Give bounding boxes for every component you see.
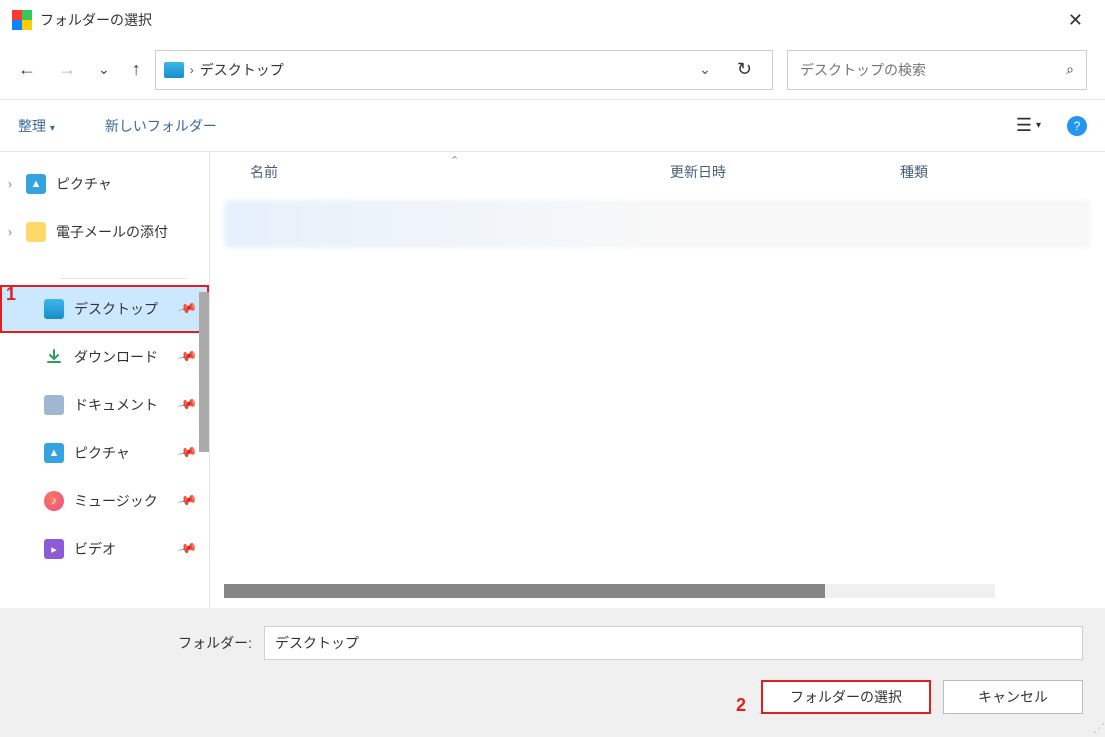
column-date[interactable]: 更新日時 (670, 162, 900, 182)
bottom-panel: フォルダー: フォルダーの選択 キャンセル (0, 608, 1105, 730)
pictures-icon: ▲ (44, 443, 64, 463)
toolbar: 整理 ▾ 新しいフォルダー ☰ ▾ ? (0, 100, 1105, 152)
sidebar-scrollbar[interactable] (199, 292, 209, 452)
tree-item-music[interactable]: ♪ ミュージック 📌 (0, 477, 209, 525)
main-area: › ▲ ピクチャ › 電子メールの添付 デスクトップ 📌 ダウンロード 📌 ドキ… (0, 152, 1105, 608)
path-segment[interactable]: デスクトップ (200, 60, 284, 80)
tree-item-email[interactable]: › 電子メールの添付 (0, 208, 209, 256)
help-button[interactable]: ? (1067, 116, 1087, 136)
tree-item-downloads[interactable]: ダウンロード 📌 (0, 333, 209, 381)
recent-dropdown[interactable]: ⌄ (98, 61, 110, 78)
file-row-blurred (224, 200, 1091, 248)
folder-icon (26, 222, 46, 242)
pin-icon[interactable]: 📌 (176, 298, 198, 320)
folder-name-label: フォルダー: (22, 633, 252, 653)
select-folder-button[interactable]: フォルダーの選択 (761, 680, 931, 714)
tree-label: ピクチャ (56, 174, 112, 194)
new-folder-button[interactable]: 新しいフォルダー (105, 116, 217, 136)
pin-icon[interactable]: 📌 (176, 490, 198, 512)
path-history-dropdown[interactable]: ⌄ (691, 61, 719, 78)
view-menu[interactable]: ☰ ▾ (1016, 115, 1041, 136)
pin-icon[interactable]: 📌 (176, 442, 198, 464)
horizontal-scrollbar[interactable] (224, 584, 995, 598)
pictures-icon: ▲ (26, 174, 46, 194)
window-title: フォルダーの選択 (40, 10, 152, 30)
address-bar[interactable]: › デスクトップ ⌄ ↻ (155, 50, 773, 90)
toolbar-left: 整理 ▾ 新しいフォルダー (18, 116, 217, 136)
column-type[interactable]: 種類 (900, 162, 1105, 182)
tree-label: ダウンロード (74, 347, 158, 367)
tree-item-pictures-top[interactable]: › ▲ ピクチャ (0, 160, 209, 208)
tree-item-pictures[interactable]: ▲ ピクチャ 📌 (0, 429, 209, 477)
close-button[interactable]: ✕ (1058, 6, 1093, 35)
tree-item-documents[interactable]: ドキュメント 📌 (0, 381, 209, 429)
titlebar: フォルダーの選択 ✕ (0, 0, 1105, 40)
folder-name-input[interactable] (264, 626, 1083, 660)
chevron-right-icon[interactable]: › (8, 177, 12, 191)
chevron-right-icon[interactable]: › (8, 225, 12, 239)
button-row: フォルダーの選択 キャンセル (22, 680, 1083, 714)
column-headers: ⌃ 名前 更新日時 種類 (210, 152, 1105, 192)
pin-icon[interactable]: 📌 (176, 394, 198, 416)
desktop-icon (44, 299, 64, 319)
pin-icon[interactable]: 📌 (176, 538, 198, 560)
tree-item-videos[interactable]: ▸ ビデオ 📌 (0, 525, 209, 573)
tree-label: ドキュメント (74, 395, 158, 415)
up-button[interactable]: ↑ (132, 59, 141, 80)
folder-row: フォルダー: (22, 626, 1083, 660)
cancel-button[interactable]: キャンセル (943, 680, 1083, 714)
download-icon (44, 347, 64, 367)
tree-label: ミュージック (74, 491, 158, 511)
app-icon (12, 10, 32, 30)
organize-menu[interactable]: 整理 ▾ (18, 116, 55, 136)
column-name[interactable]: ⌃ 名前 (250, 162, 670, 182)
tree-item-desktop[interactable]: デスクトップ 📌 (0, 285, 209, 333)
desktop-path-icon (164, 62, 184, 78)
path-separator-icon: › (190, 63, 194, 77)
document-icon (44, 395, 64, 415)
video-icon: ▸ (44, 539, 64, 559)
navbar: ← → ⌄ ↑ › デスクトップ ⌄ ↻ ⌕ (0, 40, 1105, 100)
search-box[interactable]: ⌕ (787, 50, 1087, 90)
tree-label: 電子メールの添付 (56, 222, 168, 242)
titlebar-left: フォルダーの選択 (12, 10, 152, 30)
forward-button[interactable]: → (58, 59, 76, 80)
music-icon: ♪ (44, 491, 64, 511)
pin-icon[interactable]: 📌 (176, 346, 198, 368)
tree-label: ピクチャ (74, 443, 130, 463)
search-icon[interactable]: ⌕ (1066, 61, 1074, 78)
nav-arrows: ← → ⌄ ↑ (18, 59, 141, 80)
toolbar-right: ☰ ▾ ? (1016, 115, 1087, 136)
scrollbar-thumb[interactable] (224, 584, 825, 598)
file-list: ⌃ 名前 更新日時 種類 (210, 152, 1105, 608)
tree-label: デスクトップ (74, 299, 158, 319)
tree-label: ビデオ (74, 539, 116, 559)
refresh-button[interactable]: ↻ (725, 59, 764, 80)
search-input[interactable] (800, 62, 1050, 78)
back-button[interactable]: ← (18, 59, 36, 80)
sidebar: › ▲ ピクチャ › 電子メールの添付 デスクトップ 📌 ダウンロード 📌 ドキ… (0, 152, 210, 608)
sort-indicator-icon: ⌃ (450, 154, 459, 167)
resize-grip-icon[interactable]: ⋰ (1093, 721, 1103, 735)
